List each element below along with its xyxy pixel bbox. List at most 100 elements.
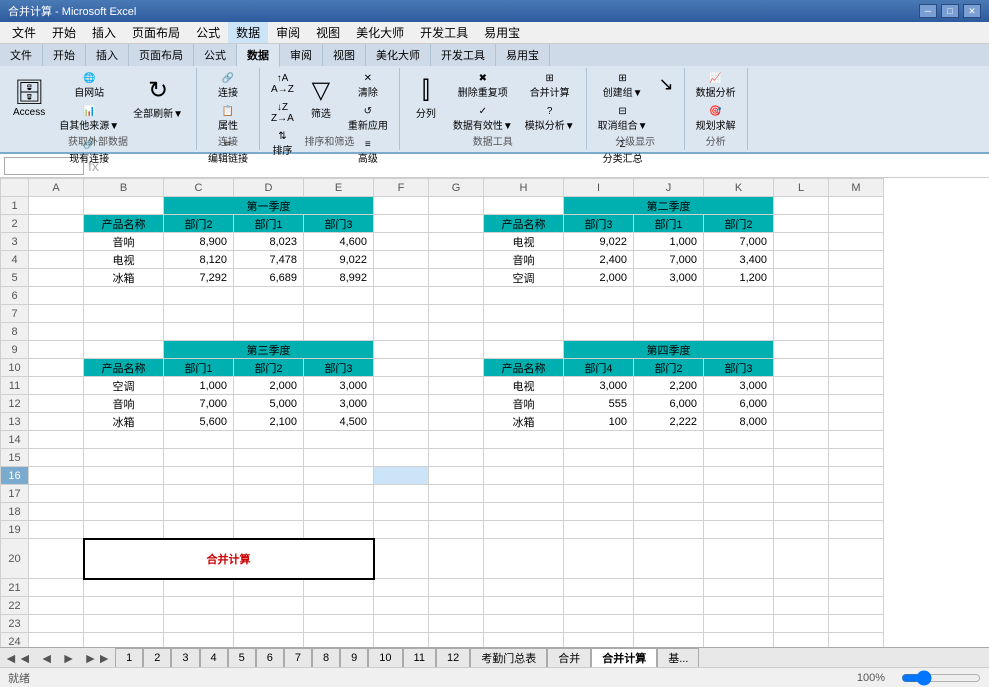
cell-10-2[interactable]: 产品名称 <box>84 359 164 377</box>
cell-17-12[interactable] <box>774 485 829 503</box>
cell-16-6[interactable] <box>374 467 429 485</box>
cell-18-12[interactable] <box>774 503 829 521</box>
remove-dup-button[interactable]: ✖删除重复项 <box>448 70 518 102</box>
cell-17-5[interactable] <box>304 485 374 503</box>
cell-13-6[interactable] <box>374 413 429 431</box>
cell-6-7[interactable] <box>429 287 484 305</box>
cell-7-2[interactable] <box>84 305 164 323</box>
cell-4-12[interactable] <box>774 251 829 269</box>
cell-15-9[interactable] <box>564 449 634 467</box>
cell-16-3[interactable] <box>164 467 234 485</box>
cell-23-10[interactable] <box>634 615 704 633</box>
cell-19-3[interactable] <box>164 521 234 539</box>
cell-22-13[interactable] <box>829 597 884 615</box>
cell-20-13[interactable] <box>829 539 884 579</box>
menu-item-0[interactable]: 文件 <box>4 22 44 43</box>
cell-22-11[interactable] <box>704 597 774 615</box>
cell-3-13[interactable] <box>829 233 884 251</box>
cell-13-5[interactable]: 4,500 <box>304 413 374 431</box>
cell-12-4[interactable]: 5,000 <box>234 395 304 413</box>
cell-11-4[interactable]: 2,000 <box>234 377 304 395</box>
cell-12-1[interactable] <box>29 395 84 413</box>
web-button[interactable]: 🌐自网站 <box>54 70 124 102</box>
cell-10-11[interactable]: 部门3 <box>704 359 774 377</box>
sheet-tab-1[interactable]: 2 <box>143 648 171 668</box>
cell-24-12[interactable] <box>774 633 829 648</box>
cell-9-8[interactable] <box>484 341 564 359</box>
ribbon-tab-0[interactable]: 文件 <box>0 44 43 66</box>
cell-14-11[interactable] <box>704 431 774 449</box>
cell-15-12[interactable] <box>774 449 829 467</box>
ribbon-tab-9[interactable]: 开发工具 <box>431 44 496 66</box>
cell-7-1[interactable] <box>29 305 84 323</box>
cell-22-2[interactable] <box>84 597 164 615</box>
cell-20-1[interactable] <box>29 539 84 579</box>
cell-4-7[interactable] <box>429 251 484 269</box>
cell-14-2[interactable] <box>84 431 164 449</box>
cell-15-3[interactable] <box>164 449 234 467</box>
ribbon-tab-3[interactable]: 页面布局 <box>129 44 194 66</box>
cell-22-1[interactable] <box>29 597 84 615</box>
cell-22-5[interactable] <box>304 597 374 615</box>
cell-8-5[interactable] <box>304 323 374 341</box>
cell-11-8[interactable]: 电视 <box>484 377 564 395</box>
menu-item-7[interactable]: 视图 <box>308 22 348 43</box>
menu-item-1[interactable]: 开始 <box>44 22 84 43</box>
cell-1-12[interactable] <box>774 197 829 215</box>
cell-13-4[interactable]: 2,100 <box>234 413 304 431</box>
ribbon-tab-7[interactable]: 视图 <box>323 44 366 66</box>
cell-8-9[interactable] <box>564 323 634 341</box>
cell-18-8[interactable] <box>484 503 564 521</box>
cell-2-9[interactable]: 部门3 <box>564 215 634 233</box>
cell-15-7[interactable] <box>429 449 484 467</box>
sheet-tab-15[interactable]: 基... <box>657 648 699 668</box>
cell-3-11[interactable]: 7,000 <box>704 233 774 251</box>
cell-24-9[interactable] <box>564 633 634 648</box>
cell-18-9[interactable] <box>564 503 634 521</box>
cell-18-11[interactable] <box>704 503 774 521</box>
cell-14-5[interactable] <box>304 431 374 449</box>
sheet-tab-8[interactable]: 9 <box>340 648 368 668</box>
cell-6-4[interactable] <box>234 287 304 305</box>
cell-21-3[interactable] <box>164 579 234 597</box>
cell-15-5[interactable] <box>304 449 374 467</box>
cell-19-8[interactable] <box>484 521 564 539</box>
cell-3-7[interactable] <box>429 233 484 251</box>
cell-9-1[interactable] <box>29 341 84 359</box>
cell-20-8[interactable] <box>484 539 564 579</box>
cell-17-13[interactable] <box>829 485 884 503</box>
cell-6-11[interactable] <box>704 287 774 305</box>
cell-9-3[interactable]: 第三季度 <box>164 341 374 359</box>
menu-item-9[interactable]: 开发工具 <box>412 22 476 43</box>
cell-8-8[interactable] <box>484 323 564 341</box>
level-dialog-button[interactable]: ↘ <box>655 70 678 168</box>
cell-5-5[interactable]: 8,992 <box>304 269 374 287</box>
cell-18-13[interactable] <box>829 503 884 521</box>
ribbon-tab-1[interactable]: 开始 <box>43 44 86 66</box>
cell-4-11[interactable]: 3,400 <box>704 251 774 269</box>
cell-23-9[interactable] <box>564 615 634 633</box>
cell-22-7[interactable] <box>429 597 484 615</box>
cell-17-3[interactable] <box>164 485 234 503</box>
split-col-button[interactable]: ⫿ 分列 <box>406 70 446 126</box>
cell-20-6[interactable] <box>374 539 429 579</box>
cell-23-11[interactable] <box>704 615 774 633</box>
ribbon-tab-5[interactable]: 数据 <box>237 44 280 68</box>
cell-10-10[interactable]: 部门2 <box>634 359 704 377</box>
row-header-9[interactable]: 9 <box>1 341 29 359</box>
cell-3-10[interactable]: 1,000 <box>634 233 704 251</box>
cell-14-3[interactable] <box>164 431 234 449</box>
cell-6-6[interactable] <box>374 287 429 305</box>
cell-10-7[interactable] <box>429 359 484 377</box>
cell-17-10[interactable] <box>634 485 704 503</box>
cell-19-13[interactable] <box>829 521 884 539</box>
cell-7-6[interactable] <box>374 305 429 323</box>
cell-11-1[interactable] <box>29 377 84 395</box>
cell-12-3[interactable]: 7,000 <box>164 395 234 413</box>
cell-24-5[interactable] <box>304 633 374 648</box>
cell-20-9[interactable] <box>564 539 634 579</box>
cell-21-5[interactable] <box>304 579 374 597</box>
row-header-13[interactable]: 13 <box>1 413 29 431</box>
cell-10-12[interactable] <box>774 359 829 377</box>
sheet-tab-6[interactable]: 7 <box>284 648 312 668</box>
